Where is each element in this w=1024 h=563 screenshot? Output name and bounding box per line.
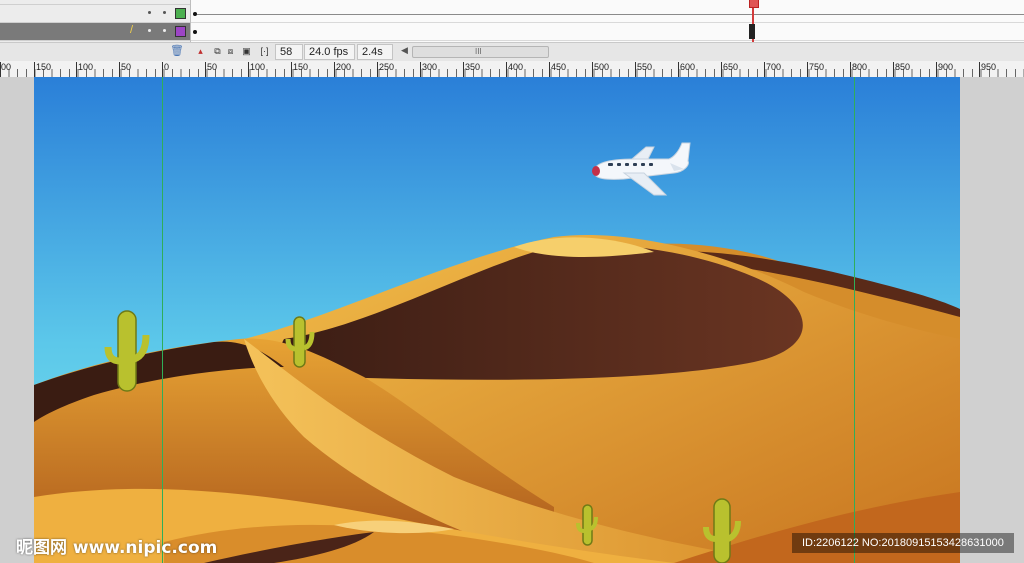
playhead-handle-icon[interactable] bbox=[749, 0, 759, 8]
current-frame-field[interactable]: 58 bbox=[275, 44, 303, 60]
modify-markers-icon[interactable]: [·] bbox=[258, 45, 271, 58]
ruler-label: 900 bbox=[938, 62, 954, 72]
ruler-label: 600 bbox=[680, 62, 696, 72]
ruler-label: 700 bbox=[766, 62, 782, 72]
frame-grid[interactable] bbox=[191, 0, 1024, 42]
ruler-major-tick bbox=[334, 62, 335, 77]
visibility-dot-icon[interactable] bbox=[148, 29, 151, 32]
scrollbar-grip[interactable]: III bbox=[475, 47, 482, 57]
ruler-major-tick bbox=[506, 62, 507, 77]
ruler-label: 150 bbox=[36, 62, 52, 72]
ruler-major-tick bbox=[807, 62, 808, 77]
ruler-label: 950 bbox=[981, 62, 997, 72]
ruler-label: 400 bbox=[508, 62, 524, 72]
center-frame-icon[interactable]: ▴ bbox=[194, 45, 207, 58]
visibility-dot-icon[interactable] bbox=[148, 11, 151, 14]
keyframe-icon[interactable] bbox=[193, 30, 197, 34]
watermark-id: ID:2206122 NO:20180915153428631000 bbox=[792, 533, 1014, 553]
scroll-left-icon[interactable]: ◀ bbox=[401, 45, 408, 56]
pasteboard-right bbox=[960, 77, 1024, 563]
vertical-guide-left[interactable] bbox=[162, 77, 163, 563]
layer-color-swatch[interactable] bbox=[175, 8, 186, 19]
ruler-major-tick bbox=[119, 62, 120, 77]
layer-row[interactable] bbox=[0, 5, 190, 23]
desert-scene[interactable] bbox=[34, 77, 960, 563]
frame-rate-field[interactable]: 24.0 fps bbox=[304, 44, 355, 60]
vertical-guide-right[interactable] bbox=[854, 77, 855, 563]
lock-dot-icon[interactable] bbox=[163, 29, 166, 32]
ruler-label: 150 bbox=[293, 62, 309, 72]
ruler-major-tick bbox=[76, 62, 77, 77]
ruler-label: 00 bbox=[1, 62, 12, 72]
ruler-label: 450 bbox=[551, 62, 567, 72]
ruler-label: 650 bbox=[723, 62, 739, 72]
layer-row-selected[interactable]: / bbox=[0, 23, 190, 41]
ruler-major-tick bbox=[936, 62, 937, 77]
ruler-label: 0 bbox=[164, 62, 170, 72]
ruler-major-tick bbox=[721, 62, 722, 77]
ruler-major-tick bbox=[979, 62, 980, 77]
ruler-label: 550 bbox=[637, 62, 653, 72]
ruler-label: 750 bbox=[809, 62, 825, 72]
horizontal-ruler: 00 150 100 50 0 50 100 150 200 250 300 3… bbox=[0, 61, 1024, 78]
onion-skin-icon[interactable]: ⧉ bbox=[211, 45, 224, 58]
ruler-label: 500 bbox=[594, 62, 610, 72]
layer-color-swatch[interactable] bbox=[175, 26, 186, 37]
ruler-major-tick bbox=[635, 62, 636, 77]
ruler-label: 50 bbox=[207, 62, 218, 72]
frame-row[interactable] bbox=[191, 5, 1024, 23]
ruler-label: 100 bbox=[250, 62, 266, 72]
lock-dot-icon[interactable] bbox=[163, 11, 166, 14]
ruler-label: 50 bbox=[121, 62, 132, 72]
ruler-major-tick bbox=[850, 62, 851, 77]
tween-line bbox=[197, 14, 1024, 15]
ruler-label: 200 bbox=[336, 62, 352, 72]
ruler-label: 100 bbox=[78, 62, 94, 72]
ruler-major-tick bbox=[592, 62, 593, 77]
desert-illustration bbox=[34, 77, 960, 563]
ruler-label: 800 bbox=[852, 62, 868, 72]
timeline-panel: / 🗑 ▴ ⧉ ⧈ ▣ [·] 58 24.0 fps 2.4s ◀ III bbox=[0, 0, 1024, 62]
pencil-icon: / bbox=[130, 24, 134, 36]
ruler-label: 850 bbox=[895, 62, 911, 72]
ruler-major-tick bbox=[764, 62, 765, 77]
stage-area[interactable] bbox=[0, 77, 1024, 563]
edit-multiple-frames-icon[interactable]: ▣ bbox=[240, 45, 253, 58]
ruler-major-tick bbox=[420, 62, 421, 77]
ruler-major-tick bbox=[291, 62, 292, 77]
ruler-major-tick bbox=[377, 62, 378, 77]
timeline-scrollbar[interactable]: III bbox=[412, 46, 549, 58]
ruler-major-tick bbox=[205, 62, 206, 77]
ruler-major-tick bbox=[893, 62, 894, 77]
ruler-label: 250 bbox=[379, 62, 395, 72]
ruler-major-tick bbox=[549, 62, 550, 77]
frame-row[interactable] bbox=[191, 23, 1024, 41]
ruler-label: 350 bbox=[465, 62, 481, 72]
current-frame-marker bbox=[749, 24, 755, 39]
ruler-major-tick bbox=[678, 62, 679, 77]
elapsed-time-field: 2.4s bbox=[357, 44, 393, 60]
ruler-label: 300 bbox=[422, 62, 438, 72]
timeline-controls: 🗑 ▴ ⧉ ⧈ ▣ [·] 58 24.0 fps 2.4s ◀ III bbox=[0, 42, 1024, 62]
ruler-major-tick bbox=[162, 62, 163, 77]
ruler-major-tick bbox=[248, 62, 249, 77]
ruler-major-tick bbox=[34, 62, 35, 77]
onion-outline-icon[interactable]: ⧈ bbox=[224, 45, 237, 58]
delete-layer-icon[interactable]: 🗑 bbox=[170, 45, 184, 58]
watermark-logo: 昵图网 www.nipic.com bbox=[16, 538, 218, 558]
ruler-major-tick bbox=[463, 62, 464, 77]
